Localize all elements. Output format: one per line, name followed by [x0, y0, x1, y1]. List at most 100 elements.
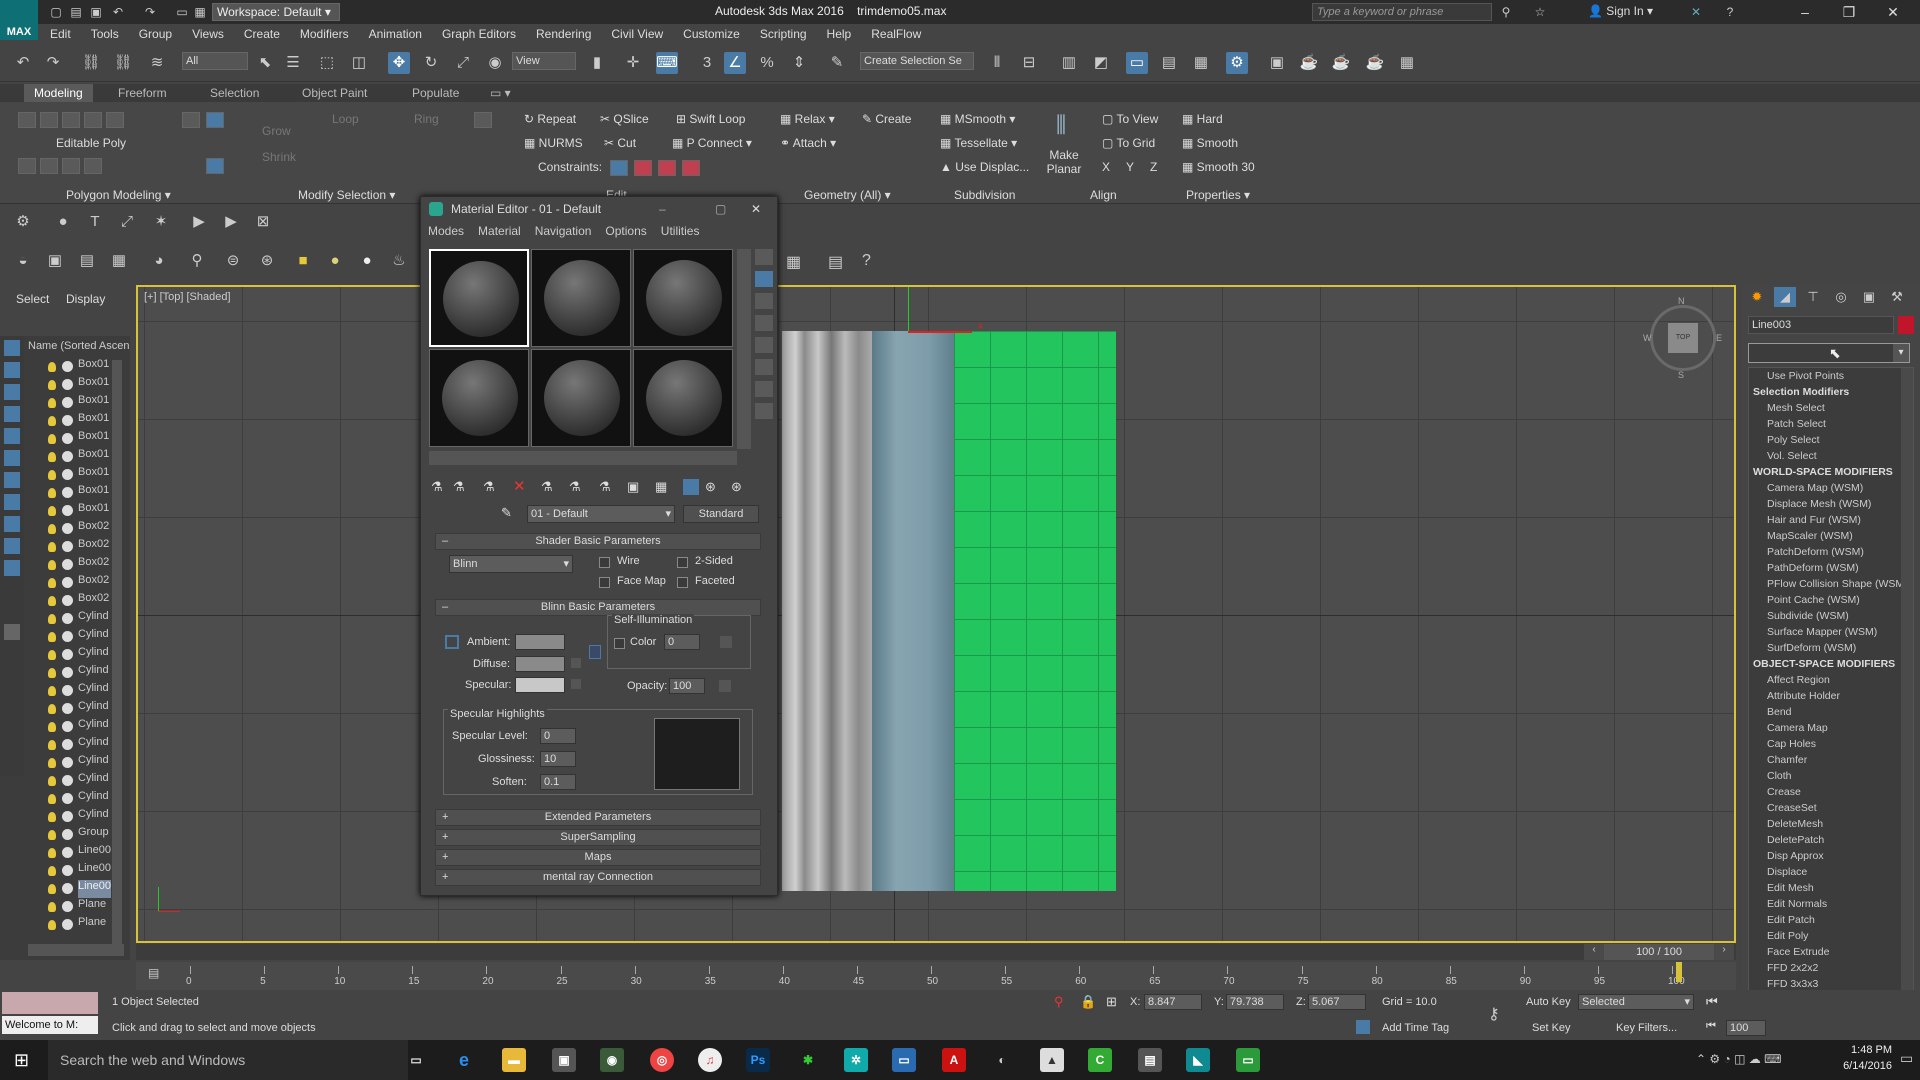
- preserve-uvs-icon[interactable]: [474, 112, 492, 128]
- ribbon-tab-selection[interactable]: Selection: [210, 86, 259, 100]
- menu-modifiers[interactable]: Modifiers: [290, 27, 359, 41]
- opacity-map-button[interactable]: [719, 680, 731, 692]
- sample-slot-1[interactable]: [429, 249, 529, 347]
- modifier-dropdown-list[interactable]: Use Pivot Points Selection Modifiers Mesh …: [1748, 367, 1914, 1015]
- specular-color-swatch[interactable]: [515, 677, 565, 693]
- video-color-check-icon[interactable]: [755, 337, 773, 353]
- explorer-item[interactable]: Box01: [78, 376, 109, 394]
- light-bulb-icon[interactable]: [48, 470, 56, 480]
- light-bulb-icon[interactable]: [48, 362, 56, 372]
- app-5-icon[interactable]: ◐: [990, 1048, 1014, 1072]
- modifier-list-dropdown[interactable]: ▾ ⬉: [1748, 343, 1910, 363]
- ignore-backfacing-icon[interactable]: [40, 158, 58, 174]
- show-end-result-icon[interactable]: [84, 158, 102, 174]
- glossiness-field[interactable]: 10: [540, 751, 576, 767]
- close-window-button[interactable]: ✕: [1878, 2, 1908, 22]
- explorer-item[interactable]: Box01: [78, 430, 109, 448]
- light-bulb-icon[interactable]: [48, 848, 56, 858]
- explorer-item[interactable]: Line00: [78, 862, 111, 880]
- modifier-item[interactable]: SurfDeform (WSM): [1767, 642, 1856, 654]
- z-coord-field[interactable]: 5.067: [1308, 994, 1366, 1010]
- tray-icons[interactable]: ⌃ ⚙ ◔ ◫ ☁ ⌨: [1696, 1052, 1781, 1066]
- undo-icon[interactable]: ↶: [108, 3, 128, 21]
- make-unique-icon[interactable]: ⚗: [569, 479, 581, 495]
- explorer-item[interactable]: Cylind: [78, 682, 109, 700]
- go-to-start-icon[interactable]: ⏮: [1706, 994, 1718, 1010]
- explorer-tool-5-icon[interactable]: [4, 428, 20, 444]
- modifier-item[interactable]: Crease: [1767, 786, 1801, 798]
- select-and-move-icon[interactable]: ✥: [388, 52, 410, 74]
- menu-scripting[interactable]: Scripting: [750, 27, 817, 41]
- go-to-parent-icon[interactable]: ⊛: [731, 479, 742, 495]
- light-bulb-icon[interactable]: [48, 704, 56, 714]
- light-bulb-icon[interactable]: [48, 506, 56, 516]
- snaps-toggle-icon[interactable]: 3: [696, 52, 718, 74]
- render-toggle-icon[interactable]: [62, 721, 73, 732]
- menu-graph-editors[interactable]: Graph Editors: [432, 27, 526, 41]
- modifier-item[interactable]: Camera Map: [1767, 722, 1828, 734]
- light-bulb-icon[interactable]: [48, 650, 56, 660]
- render-toggle-icon[interactable]: [62, 631, 73, 642]
- loop-button[interactable]: Loop: [332, 112, 359, 126]
- notifications-icon[interactable]: ▭: [1900, 1050, 1913, 1067]
- explorer-item[interactable]: Line00: [78, 880, 112, 898]
- add-time-tag[interactable]: Add Time Tag: [1382, 1022, 1449, 1034]
- explorer-tab-display[interactable]: Display: [66, 292, 105, 306]
- render-toggle-icon[interactable]: [62, 505, 73, 516]
- planar-x-button[interactable]: X: [1102, 160, 1110, 174]
- render-toggle-icon[interactable]: [62, 433, 73, 444]
- menu-edit[interactable]: Edit: [40, 27, 81, 41]
- store-icon[interactable]: ▣: [552, 1048, 576, 1072]
- ribbon-tab-freeform[interactable]: Freeform: [118, 86, 167, 100]
- sample-slot-h-scrollbar[interactable]: [429, 451, 737, 465]
- constraint-normal-icon[interactable]: [682, 160, 700, 176]
- maximize-button[interactable]: ❐: [1834, 2, 1864, 22]
- display-lights-icon[interactable]: ⤢: [116, 211, 138, 233]
- project-folder-icon[interactable]: ▭: [172, 3, 192, 21]
- modifier-item[interactable]: DeleteMesh: [1767, 818, 1823, 830]
- render-toggle-icon[interactable]: [62, 613, 73, 624]
- light-bulb-icon[interactable]: [48, 488, 56, 498]
- link-icon[interactable]: ⚲: [186, 250, 208, 272]
- select-and-link-icon[interactable]: ⛓: [80, 52, 102, 74]
- key-mode-arrow-icon[interactable]: ▾: [1684, 995, 1690, 1009]
- gizmo-y-axis[interactable]: [908, 287, 909, 333]
- render-toggle-icon[interactable]: [62, 685, 73, 696]
- use-nurms-icon[interactable]: [206, 158, 224, 174]
- explorer-tool-7-icon[interactable]: [4, 472, 20, 488]
- file-explorer-icon[interactable]: ▬: [502, 1048, 526, 1072]
- mat-options-icon[interactable]: [755, 381, 773, 397]
- light-bulb-icon[interactable]: [48, 866, 56, 876]
- light-bulb-icon[interactable]: [48, 776, 56, 786]
- modifier-item[interactable]: DeletePatch: [1767, 834, 1824, 846]
- menu-group[interactable]: Group: [129, 27, 182, 41]
- gizmo-x-axis[interactable]: [908, 331, 972, 333]
- help-circle-icon[interactable]: ?: [862, 252, 871, 270]
- explorer-item[interactable]: Cylind: [78, 628, 109, 646]
- light-bulb-icon[interactable]: [48, 830, 56, 840]
- blinn-basic-rollout[interactable]: – Blinn Basic Parameters: [435, 599, 761, 616]
- display-groups-icon[interactable]: ⊠: [252, 211, 274, 233]
- light-bulb-icon[interactable]: [48, 524, 56, 534]
- render-production-icon[interactable]: ☕: [1298, 52, 1320, 74]
- subdivision-group[interactable]: Subdivision: [954, 188, 1015, 202]
- material-id-icon[interactable]: ▣: [627, 479, 639, 495]
- light-bulb-icon[interactable]: [48, 578, 56, 588]
- msmooth-button[interactable]: ▦ MSmooth ▾: [940, 112, 1015, 126]
- viewport-label[interactable]: [+] [Top] [Shaded]: [144, 291, 231, 303]
- vertex-subobj-icon[interactable]: [18, 112, 36, 128]
- render-toggle-icon[interactable]: [62, 469, 73, 480]
- modifier-item[interactable]: Disp Approx: [1767, 850, 1824, 862]
- object-name-field[interactable]: Line003: [1748, 316, 1894, 334]
- material-editor-titlebar[interactable]: Material Editor - 01 - Default – ▢ ✕: [421, 197, 777, 221]
- render-toggle-icon[interactable]: [62, 649, 73, 660]
- mental-ray-rollout[interactable]: + mental ray Connection: [435, 869, 761, 886]
- explorer-item[interactable]: Cylind: [78, 664, 109, 682]
- mat-menu-navigation[interactable]: Navigation: [528, 224, 599, 238]
- app-logo[interactable]: MAX: [0, 0, 38, 40]
- modifier-item[interactable]: Mesh Select: [1767, 402, 1825, 414]
- absolute-mode-icon[interactable]: ⊞: [1106, 994, 1117, 1010]
- light-bulb-icon[interactable]: [48, 398, 56, 408]
- assign-to-selection-icon[interactable]: ⚗: [483, 479, 495, 495]
- modifier-item[interactable]: Cap Holes: [1767, 738, 1816, 750]
